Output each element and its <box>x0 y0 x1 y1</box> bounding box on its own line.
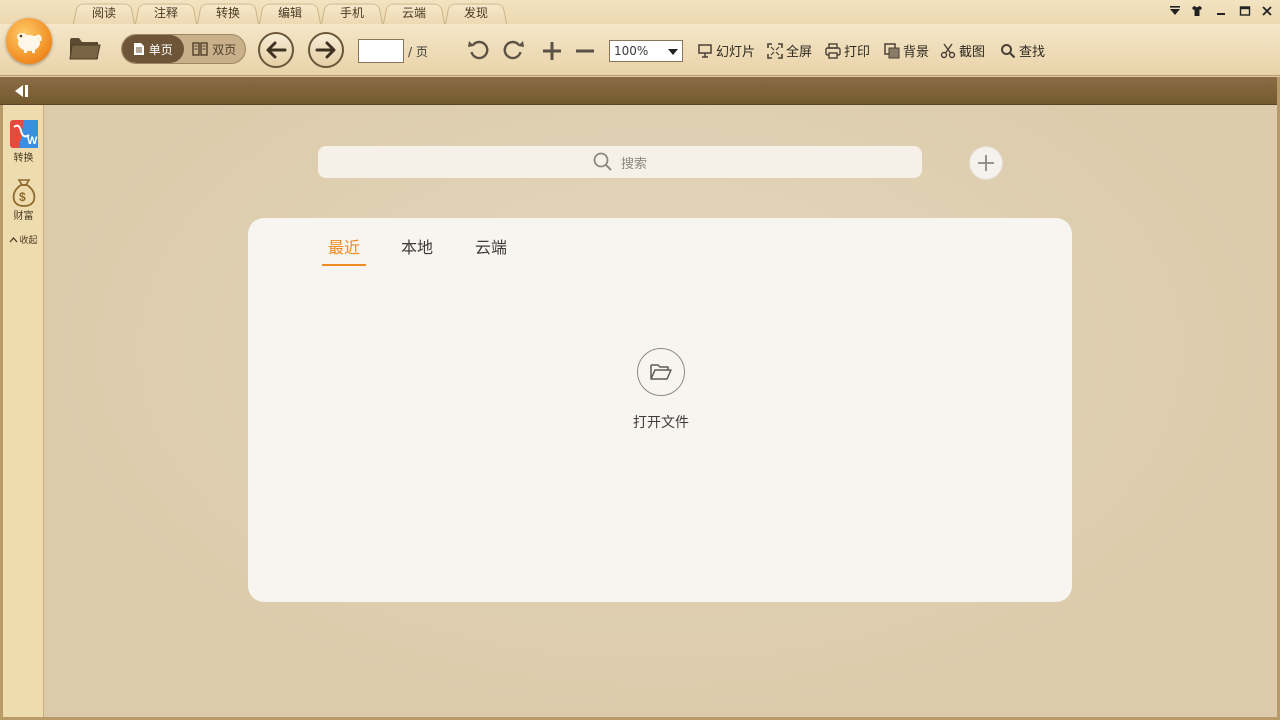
single-page-icon <box>133 43 144 55</box>
print-label: 打印 <box>844 45 871 60</box>
slideshow-button[interactable]: 幻灯片 <box>697 41 755 60</box>
maximize-icon[interactable] <box>1234 3 1256 19</box>
chevron-up-icon <box>9 237 18 243</box>
money-bag-icon: $ <box>12 179 35 207</box>
page-number-input[interactable] <box>358 39 404 63</box>
scissors-icon <box>940 43 956 58</box>
zoom-level-select[interactable]: 100% <box>609 40 683 62</box>
menu-tab-label: 编辑 <box>277 5 302 20</box>
background-button[interactable]: 背景 <box>884 41 929 60</box>
double-page-label: 双页 <box>212 42 237 57</box>
arrow-left-icon <box>266 41 287 59</box>
app-logo-icon[interactable] <box>6 18 52 64</box>
tab-label: 云端 <box>475 238 508 257</box>
page-view-toggle: 单页 双页 <box>121 34 246 64</box>
menu-tab-read[interactable]: 阅读 <box>69 0 139 24</box>
folder-icon <box>69 38 101 60</box>
open-file-label[interactable]: 打开文件 <box>611 412 711 432</box>
single-page-label: 单页 <box>148 42 173 57</box>
menu-tab-discover[interactable]: 发现 <box>441 0 511 24</box>
menu-tab-label: 转换 <box>215 5 240 20</box>
svg-text:$: $ <box>19 190 26 204</box>
printer-icon <box>825 42 841 59</box>
screenshot-button[interactable]: 截图 <box>940 41 985 60</box>
rotate-left-icon <box>468 40 489 60</box>
fullscreen-label: 全屏 <box>786 45 813 60</box>
menu-tab-edit[interactable]: 编辑 <box>255 0 325 24</box>
open-file-button[interactable] <box>637 348 685 396</box>
background-label: 背景 <box>903 45 930 60</box>
sidebar-header-bar <box>0 77 1280 105</box>
search-icon <box>593 152 612 171</box>
fullscreen-icon <box>767 42 783 59</box>
convert-tool-button[interactable]: W 转换 <box>3 119 44 164</box>
previous-page-button[interactable] <box>258 32 294 68</box>
double-page-icon <box>192 42 208 56</box>
fullscreen-button[interactable]: 全屏 <box>767 41 812 60</box>
projector-icon <box>698 43 712 58</box>
find-button[interactable]: 查找 <box>1000 41 1045 60</box>
rotate-right-button[interactable] <box>500 37 526 63</box>
rotate-left-button[interactable] <box>466 37 492 63</box>
menu-tab-mobile[interactable]: 手机 <box>317 0 387 24</box>
tab-cloud[interactable]: 云端 <box>475 234 507 264</box>
pdf-to-word-icon: W <box>9 120 38 148</box>
minimize-icon[interactable] <box>1210 3 1232 19</box>
tab-label: 最近 <box>328 238 361 257</box>
close-icon[interactable] <box>1256 3 1278 19</box>
rotate-right-icon <box>503 40 524 60</box>
wealth-tool-button[interactable]: $ 财富 <box>3 177 44 222</box>
screenshot-label: 截图 <box>959 45 986 60</box>
zoom-out-button[interactable] <box>573 39 597 63</box>
menu-tab-label: 发现 <box>463 5 488 20</box>
folder-open-icon <box>650 364 672 380</box>
menu-tab-label: 云端 <box>401 5 426 20</box>
menu-tab-annotate[interactable]: 注释 <box>131 0 201 24</box>
tab-local[interactable]: 本地 <box>401 234 433 264</box>
convert-tool-label: 转换 <box>13 153 34 164</box>
file-browser-panel: 最近 本地 云端 打开文件 <box>248 218 1072 602</box>
print-button[interactable]: 打印 <box>825 41 870 60</box>
search-icon <box>1001 43 1016 58</box>
add-file-button[interactable] <box>970 147 1002 179</box>
double-page-button[interactable]: 双页 <box>184 35 246 63</box>
tab-recent[interactable]: 最近 <box>321 234 367 266</box>
search-input[interactable]: 搜索 <box>318 146 922 178</box>
plus-icon <box>543 42 561 60</box>
dropdown-menu-icon[interactable] <box>1164 3 1186 19</box>
plus-icon <box>978 155 994 171</box>
collapse-left-icon <box>15 85 28 97</box>
collapse-tools-button[interactable]: 收起 <box>3 233 44 246</box>
slideshow-label: 幻灯片 <box>716 45 756 60</box>
next-page-button[interactable] <box>308 32 344 68</box>
find-label: 查找 <box>1019 45 1046 60</box>
single-page-button[interactable]: 单页 <box>122 35 184 63</box>
menu-tab-convert[interactable]: 转换 <box>193 0 263 24</box>
left-toolbar: W 转换 $ 财富 收起 <box>0 105 44 720</box>
zoom-level-value: 100% <box>614 44 649 58</box>
minus-icon <box>576 49 594 53</box>
collapse-sidebar-button[interactable] <box>10 82 32 100</box>
background-icon <box>884 42 900 58</box>
skin-shirt-icon[interactable] <box>1186 3 1208 19</box>
chevron-down-icon <box>668 49 678 55</box>
toolbar: 单页 双页 / 页 100% 幻灯片 全屏 打印 背景 截图 查找 <box>0 18 1280 76</box>
menu-tab-label: 注释 <box>153 5 178 20</box>
menu-tab-cloud[interactable]: 云端 <box>379 0 449 24</box>
search-placeholder: 搜索 <box>620 156 647 172</box>
menu-bar: 阅读 注释 转换 编辑 手机 云端 发现 <box>0 0 1280 24</box>
zoom-in-button[interactable] <box>540 39 564 63</box>
collapse-tools-label: 收起 <box>19 236 38 246</box>
tab-label: 本地 <box>401 238 434 257</box>
page-total-label: / 页 <box>408 45 428 59</box>
menu-tab-label: 手机 <box>339 5 364 20</box>
wealth-tool-label: 财富 <box>13 211 34 222</box>
arrow-right-icon <box>315 41 336 59</box>
open-folder-button[interactable] <box>66 32 104 64</box>
svg-text:W: W <box>27 135 38 147</box>
menu-tab-label: 阅读 <box>91 5 116 20</box>
